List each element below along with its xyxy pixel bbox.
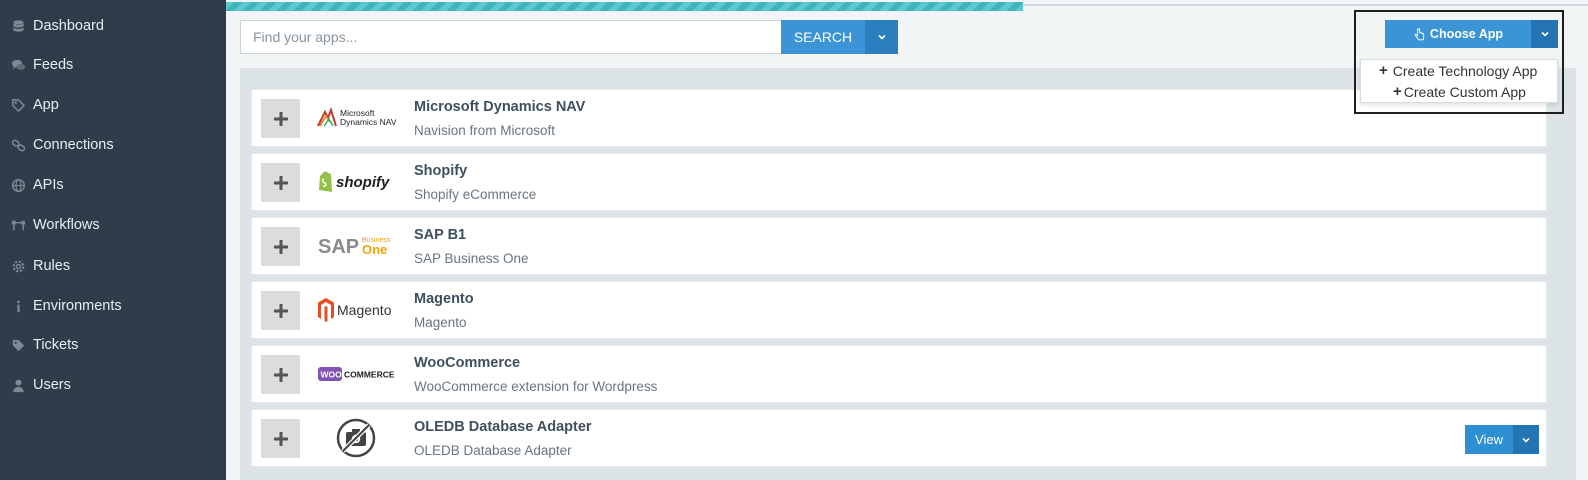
- list-item: WOO COMMERCE WooCommerce WooCommerce ext…: [251, 345, 1547, 403]
- app-name: OLEDB Database Adapter: [414, 419, 592, 435]
- sidebar-item-label: Workflows: [33, 217, 100, 233]
- logo-text: shopify: [336, 174, 390, 191]
- add-app-button[interactable]: [261, 99, 300, 138]
- plus-icon: [273, 239, 288, 254]
- app-name: Magento: [414, 291, 474, 307]
- chevron-down-icon: [1540, 31, 1549, 37]
- app-description: SAP Business One: [414, 251, 529, 266]
- list-item: Magento Magento Magento: [251, 281, 1547, 339]
- list-item: OLEDB Database Adapter OLEDB Database Ad…: [251, 409, 1547, 467]
- magento-logo: Magento: [316, 290, 396, 330]
- logo-text: Dynamics NAV: [340, 117, 396, 127]
- gear-icon: [9, 257, 27, 275]
- plus-icon: [273, 175, 288, 190]
- app-description: WooCommerce extension for Wordpress: [414, 379, 658, 394]
- sidebar-item-label: APIs: [33, 177, 64, 193]
- ticket-icon: [9, 336, 27, 354]
- hand-pointer-icon: [1414, 27, 1425, 40]
- app-list: Microsoft Dynamics NAV Microsoft Dynamic…: [240, 68, 1576, 480]
- sidebar-item-label: Users: [33, 377, 71, 393]
- sidebar-item-environments[interactable]: Environments: [0, 288, 226, 324]
- search-input[interactable]: [240, 20, 782, 54]
- logo-text: COMMERCE: [344, 370, 395, 380]
- plus-icon: +: [1393, 83, 1402, 100]
- database-icon: [9, 17, 27, 35]
- no-image-icon: [316, 418, 396, 458]
- plus-icon: [273, 111, 288, 126]
- add-app-button[interactable]: [261, 227, 300, 266]
- sidebar-item-tickets[interactable]: Tickets: [0, 327, 226, 363]
- logo-text: WOO: [321, 370, 343, 380]
- info-icon: [9, 297, 27, 315]
- add-app-button[interactable]: [261, 419, 300, 458]
- sidebar-item-label: Tickets: [33, 337, 79, 353]
- add-app-button[interactable]: [261, 355, 300, 394]
- app-name: Microsoft Dynamics NAV: [414, 99, 586, 115]
- sidebar-item-label: Feeds: [33, 57, 74, 73]
- chevron-down-icon: [877, 34, 886, 40]
- sidebar: Dashboard Feeds App Connections APIs Wor…: [0, 0, 226, 480]
- sidebar-item-label: App: [33, 97, 59, 113]
- app-name: SAP B1: [414, 227, 467, 243]
- plus-icon: [273, 367, 288, 382]
- sidebar-item-users[interactable]: Users: [0, 367, 226, 403]
- tag-icon: [9, 96, 27, 114]
- menu-item-label: Create Technology App: [1392, 62, 1538, 79]
- sidebar-item-label: Environments: [33, 298, 122, 314]
- sidebar-item-feeds[interactable]: Feeds: [0, 47, 226, 83]
- sap-business-one-logo: SAP Business One: [316, 226, 396, 266]
- sidebar-item-label: Connections: [33, 137, 114, 153]
- menu-item-create-technology-app[interactable]: + Create Technology App: [1379, 62, 1537, 79]
- view-options-dropdown[interactable]: [1513, 425, 1539, 454]
- shopify-logo: shopify: [316, 162, 396, 202]
- chevron-down-icon: [1522, 437, 1530, 443]
- globe-icon: [9, 176, 27, 194]
- user-icon: [9, 376, 27, 394]
- app-description: Magento: [414, 315, 467, 330]
- menu-item-label: Create Custom App: [1403, 83, 1526, 100]
- app-name: WooCommerce: [414, 355, 521, 371]
- sidebar-item-rules[interactable]: Rules: [0, 248, 226, 284]
- menu-item-create-custom-app[interactable]: + Create Custom App: [1393, 83, 1526, 100]
- list-item: Microsoft Dynamics NAV Microsoft Dynamic…: [251, 89, 1547, 147]
- app-name: Shopify: [414, 163, 468, 179]
- sidebar-item-app[interactable]: App: [0, 87, 226, 123]
- list-item: SAP Business One SAP B1 SAP Business One: [251, 217, 1547, 275]
- woocommerce-logo: WOO COMMERCE: [316, 354, 396, 394]
- sidebar-item-label: Rules: [33, 258, 71, 274]
- add-app-button[interactable]: [261, 163, 300, 202]
- view-button[interactable]: View: [1465, 425, 1513, 454]
- choose-app-label: Choose App: [1429, 27, 1504, 41]
- sidebar-item-apis[interactable]: APIs: [0, 167, 226, 203]
- logo-text: Magento: [337, 302, 392, 318]
- workflow-icon: [9, 216, 27, 234]
- app-description: OLEDB Database Adapter: [414, 443, 572, 458]
- list-item: shopify Shopify Shopify eCommerce: [251, 153, 1547, 211]
- microsoft-dynamics-nav-logo: Microsoft Dynamics NAV: [316, 98, 396, 138]
- choose-app-menu: + Create Technology App + Create Custom …: [1360, 59, 1558, 103]
- plus-icon: [273, 431, 288, 446]
- plus-icon: +: [1379, 62, 1388, 79]
- logo-text: SAP: [318, 236, 359, 258]
- search-options-dropdown[interactable]: [865, 20, 898, 54]
- add-app-button[interactable]: [261, 291, 300, 330]
- logo-text: One: [362, 242, 387, 257]
- app-description: Shopify eCommerce: [414, 187, 537, 202]
- plus-icon: [273, 303, 288, 318]
- choose-app-button[interactable]: Choose App: [1385, 20, 1531, 48]
- search-button[interactable]: SEARCH: [781, 20, 865, 54]
- link-icon: [9, 136, 27, 154]
- progress-bar-fill: [226, 2, 1023, 11]
- app-description: Navision from Microsoft: [414, 123, 556, 138]
- choose-app-dropdown-toggle[interactable]: [1531, 20, 1558, 48]
- sidebar-item-workflows[interactable]: Workflows: [0, 207, 226, 243]
- sidebar-item-connections[interactable]: Connections: [0, 127, 226, 163]
- sidebar-item-label: Dashboard: [33, 18, 104, 34]
- sidebar-item-dashboard[interactable]: Dashboard: [0, 8, 226, 44]
- comments-icon: [9, 56, 27, 74]
